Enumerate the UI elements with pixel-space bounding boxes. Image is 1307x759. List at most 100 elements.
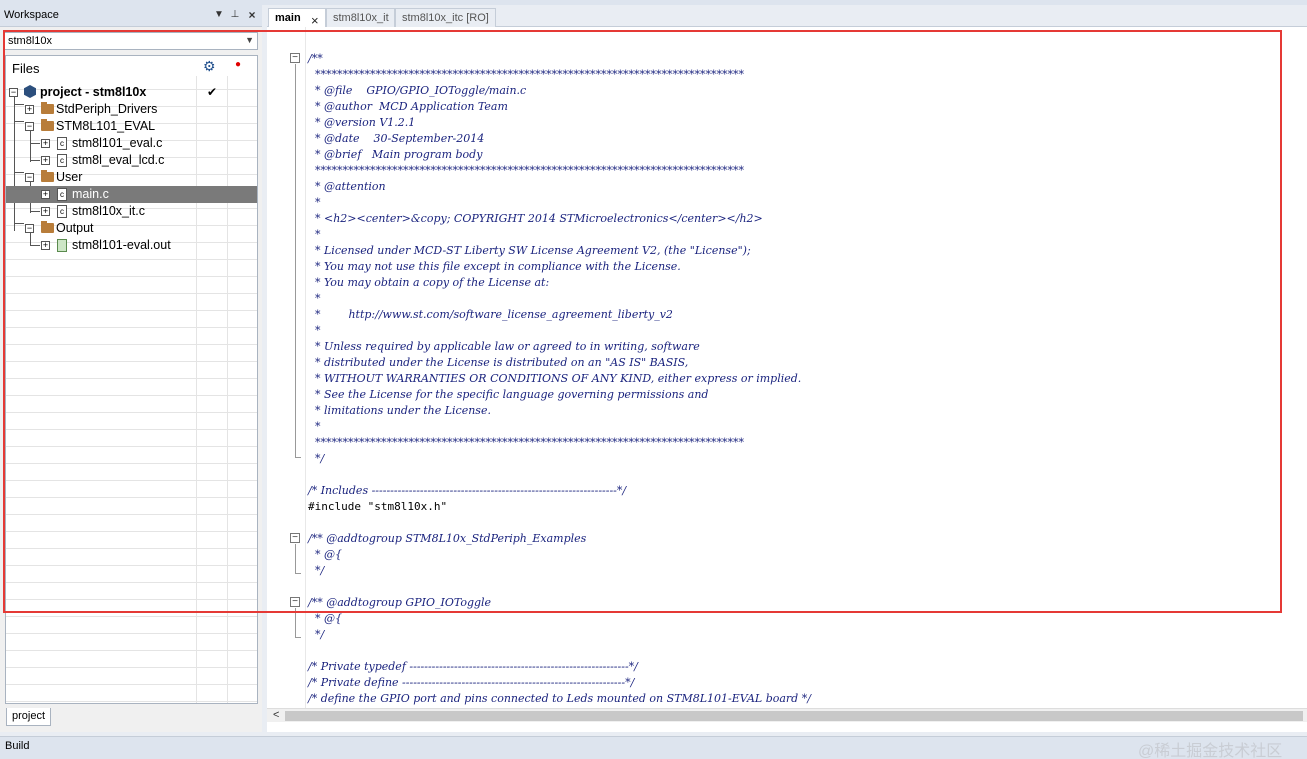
files-column-header: Files xyxy=(12,61,40,76)
workspace-panel: Workspace ▼ ⊥ × stm8l10x ▼ Files ⚙ ● − p… xyxy=(0,5,262,732)
code-editor: main × stm8l10x_it stm8l10x_itc [RO] − −… xyxy=(267,5,1307,732)
code-line: * @{ xyxy=(308,612,342,625)
code-line: * @author MCD Application Team xyxy=(308,100,508,113)
tab-project[interactable]: project xyxy=(6,708,51,726)
code-line: * You may not use this file except in co… xyxy=(308,260,681,273)
tree-item-stm8l101-eval-c[interactable]: + c stm8l101_eval.c xyxy=(6,135,257,152)
fold-toggle[interactable]: − xyxy=(290,53,300,63)
fold-toggle[interactable]: − xyxy=(290,533,300,543)
collapse-icon[interactable]: − xyxy=(25,224,34,233)
code-line: * Licensed under MCD-ST Liberty SW Licen… xyxy=(308,244,751,257)
output-file-icon xyxy=(57,239,67,252)
workspace-titlebar: Workspace ▼ ⊥ × xyxy=(0,5,262,27)
tree-item-output[interactable]: − Output xyxy=(6,220,257,237)
tree-item-stm8l-eval-lcd-c[interactable]: + c stm8l_eval_lcd.c xyxy=(6,152,257,169)
tab-stm8l10x-it[interactable]: stm8l10x_it xyxy=(326,8,395,27)
dropdown-icon[interactable]: ▼ xyxy=(212,8,226,22)
folder-icon xyxy=(41,221,54,233)
tree-item-user[interactable]: − User xyxy=(6,169,257,186)
build-title[interactable]: Build xyxy=(5,740,29,752)
fold-toggle[interactable]: − xyxy=(290,597,300,607)
tree-item-label: stm8l101_eval.c xyxy=(72,136,163,150)
expand-icon[interactable]: + xyxy=(41,139,50,148)
code-line: * xyxy=(308,324,321,337)
gear-icon[interactable]: ⚙ xyxy=(203,58,216,75)
check-icon: ✔ xyxy=(207,85,218,99)
tree-item-label: project - stm8l10x xyxy=(40,85,147,99)
code-line: * xyxy=(308,420,321,433)
scroll-left-icon[interactable]: < xyxy=(273,709,279,721)
workspace-title: Workspace xyxy=(4,9,59,21)
chevron-down-icon: ▼ xyxy=(245,35,254,45)
expand-icon[interactable]: + xyxy=(41,241,50,250)
tab-main[interactable]: main × xyxy=(268,8,326,28)
tree-item-label: stm8l101-eval.out xyxy=(72,238,171,252)
code-line: * xyxy=(308,228,321,241)
folder-icon xyxy=(41,170,54,182)
tree-item-stm8l101-eval[interactable]: − STM8L101_EVAL xyxy=(6,118,257,135)
code-line: * <h2><center>&copy; COPYRIGHT 2014 STMi… xyxy=(308,212,763,225)
collapse-icon[interactable]: − xyxy=(25,122,34,131)
c-file-icon: c xyxy=(57,154,67,167)
code-line: /** @addtogroup GPIO_IOToggle xyxy=(308,596,492,609)
code-line: /* Includes ----------------------------… xyxy=(308,484,627,497)
code-line: * @{ xyxy=(308,548,342,561)
expand-icon[interactable]: + xyxy=(41,156,50,165)
close-icon[interactable]: × xyxy=(245,8,259,22)
code-line: * @attention xyxy=(308,180,386,193)
code-line: * http://www.st.com/software_license_agr… xyxy=(308,308,673,321)
code-line: * distributed under the License is distr… xyxy=(308,356,689,369)
code-line: * @brief Main program body xyxy=(308,148,483,161)
collapse-icon[interactable]: − xyxy=(25,173,34,182)
configuration-select[interactable]: stm8l10x ▼ xyxy=(3,32,258,50)
tree-item-stdperiph-drivers[interactable]: + StdPeriph_Drivers xyxy=(6,101,257,118)
tree-item-stm8l10x-it-c[interactable]: + c stm8l10x_it.c xyxy=(6,203,257,220)
scrollbar-thumb[interactable] xyxy=(285,711,1303,721)
code-line: */ xyxy=(308,628,325,641)
folder-icon xyxy=(41,102,54,114)
code-line: * xyxy=(308,292,321,305)
tree-item-label: STM8L101_EVAL xyxy=(56,119,156,133)
c-file-icon: c xyxy=(57,205,67,218)
red-dot-icon[interactable]: ● xyxy=(235,59,241,70)
tree-header: Files ⚙ ● xyxy=(6,56,257,76)
code-line: * Unless required by applicable law or a… xyxy=(308,340,700,353)
code-line: /** xyxy=(308,52,323,65)
tree-item-main-c[interactable]: + c main.c xyxy=(6,186,257,203)
code-line: /* define the GPIO port and pins connect… xyxy=(308,692,811,705)
file-tree: Files ⚙ ● − project - stm8l10x ✔ + StdPe… xyxy=(5,55,258,704)
tree-item-project[interactable]: − project - stm8l10x ✔ xyxy=(6,84,257,101)
expand-icon[interactable]: + xyxy=(25,105,34,114)
code-line: * @file GPIO/GPIO_IOToggle/main.c xyxy=(308,84,527,97)
c-file-icon: c xyxy=(57,188,67,201)
code-line: * See the License for the specific langu… xyxy=(308,388,709,401)
code-line: ****************************************… xyxy=(308,68,744,81)
code-area[interactable]: − − − /** ******************************… xyxy=(267,27,1307,708)
expand-icon[interactable]: + xyxy=(41,207,50,216)
code-line: */ xyxy=(308,452,325,465)
tab-stm8l10x-itc[interactable]: stm8l10x_itc [RO] xyxy=(395,8,496,27)
tree-item-label: User xyxy=(56,170,83,184)
pin-icon[interactable]: ⊥ xyxy=(228,8,242,22)
tab-label: stm8l10x_itc [RO] xyxy=(402,12,489,24)
code-line: * You may obtain a copy of the License a… xyxy=(308,276,550,289)
code-line: * WITHOUT WARRANTIES OR CONDITIONS OF AN… xyxy=(308,372,802,385)
expand-icon[interactable]: + xyxy=(41,190,50,199)
c-file-icon: c xyxy=(57,137,67,150)
folder-icon xyxy=(41,119,54,131)
collapse-icon[interactable]: − xyxy=(9,88,18,97)
tree-item-label: stm8l_eval_lcd.c xyxy=(72,153,165,167)
code-line: */ xyxy=(308,564,325,577)
code-line: * @date 30-September-2014 xyxy=(308,132,485,145)
tree-item-label: stm8l10x_it.c xyxy=(72,204,145,218)
tree-item-label: Output xyxy=(56,221,94,235)
tree-item-stm8l101-eval-out[interactable]: + stm8l101-eval.out xyxy=(6,237,257,254)
horizontal-scrollbar[interactable]: < xyxy=(267,708,1307,722)
code-line: ****************************************… xyxy=(308,164,744,177)
project-icon xyxy=(24,85,36,98)
tree-item-label: StdPeriph_Drivers xyxy=(56,102,158,116)
code-line: /* Private define ----------------------… xyxy=(308,676,635,689)
code-line: /* Private typedef ---------------------… xyxy=(308,660,638,673)
configuration-value: stm8l10x xyxy=(8,35,53,47)
code-line: ****************************************… xyxy=(308,436,744,449)
